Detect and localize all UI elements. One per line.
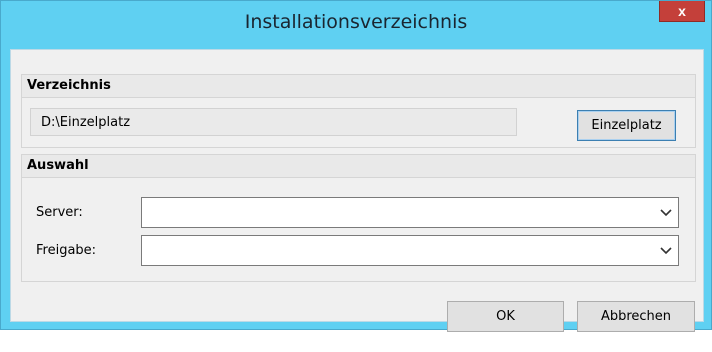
verzeichnis-group: Verzeichnis D:\Einzelplatz Einzelplatz [21,74,696,148]
chevron-down-icon[interactable] [660,244,672,256]
cancel-button[interactable]: Abbrechen [577,301,695,332]
path-field: D:\Einzelplatz [30,108,517,136]
dialog-window: Installationsverzeichnis x Verzeichnis D… [0,0,712,332]
server-select[interactable] [141,197,679,228]
auswahl-group: Auswahl Server: Freigabe: [21,154,696,282]
einzelplatz-button-label: Einzelplatz [591,118,662,133]
cancel-button-label: Abbrechen [600,309,672,324]
server-label: Server: [36,205,83,220]
close-icon: x [678,3,686,19]
verzeichnis-heading: Verzeichnis [22,75,695,98]
auswahl-heading: Auswahl [22,155,695,178]
close-button[interactable]: x [659,1,705,22]
ok-button[interactable]: OK [447,301,564,332]
einzelplatz-button[interactable]: Einzelplatz [577,110,676,141]
freigabe-label: Freigabe: [36,243,97,258]
window-title: Installationsverzeichnis [244,11,468,33]
ok-button-label: OK [496,309,515,324]
dialog-client-area: Verzeichnis D:\Einzelplatz Einzelplatz A… [10,49,704,332]
freigabe-select[interactable] [141,235,679,266]
title-bar[interactable]: Installationsverzeichnis x [1,1,711,48]
chevron-down-icon[interactable] [660,206,672,218]
